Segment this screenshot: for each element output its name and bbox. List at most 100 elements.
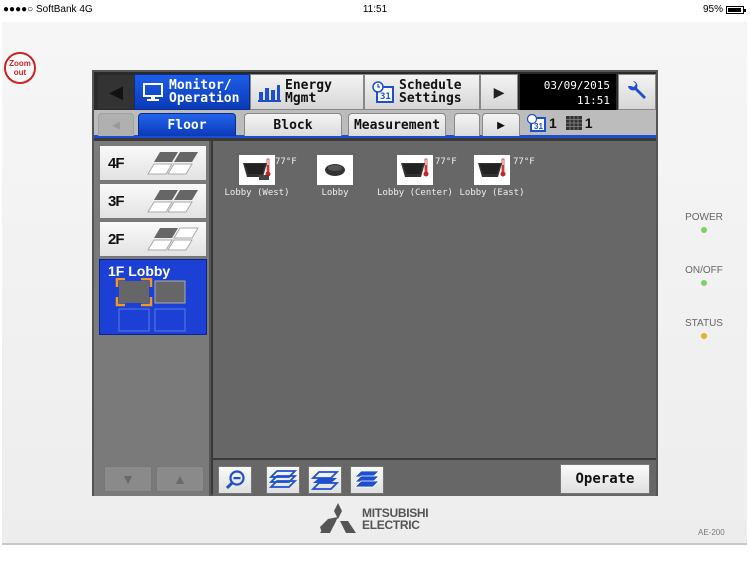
- onoff-indicator: ON/OFF: [670, 265, 738, 286]
- tab-monitor-line2: Operation: [169, 91, 240, 106]
- clock-label: 11:51: [362, 4, 388, 15]
- floor-label: 2F: [108, 231, 124, 248]
- floor-label: 4F: [108, 155, 124, 172]
- zoom-out-view-button[interactable]: [218, 466, 252, 494]
- floor-label: 1F Lobby: [108, 263, 171, 279]
- monitor-icon: [141, 81, 165, 103]
- triangle-right-icon: ▶: [497, 117, 505, 133]
- floor-label: 3F: [108, 193, 124, 210]
- layers-filled-button[interactable]: [350, 466, 384, 494]
- floor-3f-button[interactable]: 3F: [99, 183, 207, 219]
- tab-block[interactable]: Block: [244, 113, 342, 136]
- unit-lobby-center[interactable]: 77°F Lobby (Center): [373, 155, 457, 198]
- wrench-icon: [628, 81, 646, 99]
- indicator-label: ON/OFF: [685, 265, 723, 276]
- unit-name: Lobby (Center): [377, 188, 453, 198]
- tab-schedule-line2: Settings: [399, 91, 462, 106]
- unit-name: Lobby (West): [224, 188, 290, 198]
- floor-map-icon: [147, 190, 198, 213]
- unit-lobby-west[interactable]: 77°F Lobby (West): [217, 155, 297, 198]
- touch-screen: ◀ Monitor/Operation Energy Mgmt 31 Schedu…: [92, 70, 658, 496]
- floor-map-icon: [147, 227, 199, 251]
- tab-schedule-settings[interactable]: 31 Schedule Settings: [364, 74, 480, 110]
- floor-scroll-up-button[interactable]: ▲: [156, 466, 204, 492]
- maintenance-button[interactable]: [618, 74, 656, 110]
- ceiling-cassette-icon: [474, 155, 510, 185]
- calendar-clock-icon: 31: [371, 81, 395, 103]
- floor-map-icon: [115, 278, 186, 332]
- floor-layout-area: 77°F Lobby (West) Lobby 77°F Lobby (Cent…: [213, 141, 656, 461]
- sub-nav-bar: ◀ Floor Block Measurement ▶ 31 1 1: [94, 110, 656, 138]
- mitsubishi-logo: MITSUBISHI ELECTRIC: [320, 503, 429, 535]
- zoom-out-label-2: out: [13, 68, 27, 77]
- schedule-count: 1: [549, 115, 557, 131]
- magnifier-minus-icon: [225, 470, 245, 490]
- round-unit-icon: [317, 155, 353, 185]
- bar-chart-icon: [257, 81, 281, 103]
- floor-2f-button[interactable]: 2F: [99, 221, 207, 257]
- battery-icon: [726, 5, 746, 14]
- layers-outline-icon: [269, 470, 297, 488]
- battery-status: 95%: [702, 4, 746, 15]
- bottom-toolbar: Operate: [213, 458, 656, 496]
- unit-temperature: 77°F: [513, 157, 535, 167]
- battery-percent: 95%: [702, 4, 723, 15]
- unit-name: Lobby (East): [459, 188, 525, 198]
- triangle-right-icon: ▶: [493, 81, 505, 103]
- status-led-icon: [701, 333, 707, 339]
- status-indicator: STATUS: [670, 318, 738, 339]
- top-nav-bar: ◀ Monitor/Operation Energy Mgmt 31 Schedu…: [94, 72, 656, 110]
- layers-middle-icon: [311, 471, 339, 490]
- svg-text:31: 31: [380, 92, 391, 102]
- date-time-display: 03/09/2015 11:51: [520, 74, 616, 110]
- unit-temperature: 77°F: [435, 157, 457, 167]
- layers-middle-button[interactable]: [308, 466, 342, 494]
- tab-empty[interactable]: [454, 113, 480, 136]
- layers-outline-button[interactable]: [266, 466, 300, 494]
- sub-nav-info: 31 1 1: [526, 114, 593, 132]
- unit-name: Lobby: [321, 188, 349, 198]
- indicator-label: STATUS: [685, 318, 723, 329]
- ceiling-cassette-icon: [239, 155, 275, 185]
- subtab-prev-button[interactable]: ◀: [98, 113, 134, 136]
- tab-floor[interactable]: Floor: [138, 113, 236, 136]
- model-label: AE-200: [698, 528, 725, 537]
- brand-line2: ELECTRIC: [362, 518, 420, 532]
- grid-count: 1: [584, 115, 593, 131]
- grid-icon: [565, 116, 582, 130]
- layers-filled-icon: [354, 470, 380, 488]
- date-label: 03/09/2015: [543, 79, 610, 92]
- triangle-left-icon: ◀: [112, 117, 120, 133]
- onoff-led-icon: [701, 280, 707, 286]
- tab-monitor-operation[interactable]: Monitor/Operation: [134, 74, 250, 110]
- power-indicator: POWER: [670, 212, 738, 233]
- floor-sidebar: 4F 3F 2F 1F Lobby ▼ ▲: [94, 141, 211, 496]
- triangle-left-icon: ◀: [109, 81, 123, 102]
- zoom-out-label-1: Zoom: [9, 59, 31, 68]
- svg-text:31: 31: [534, 122, 543, 131]
- triangle-down-icon: ▼: [121, 471, 135, 487]
- tab-energy-mgmt[interactable]: Energy Mgmt: [250, 74, 364, 110]
- floor-scroll-down-button[interactable]: ▼: [104, 466, 152, 492]
- subtab-next-button[interactable]: ▶: [482, 113, 520, 136]
- zoom-out-button[interactable]: Zoom out: [4, 52, 36, 84]
- three-diamonds-icon: [320, 503, 356, 533]
- unit-temperature: 77°F: [275, 157, 297, 167]
- tab-measurement[interactable]: Measurement: [348, 113, 446, 136]
- floor-map-icon: [147, 152, 198, 175]
- operate-button[interactable]: Operate: [560, 464, 650, 494]
- ios-status-bar: ●●●●○ SoftBank 4G 11:51 95%: [0, 0, 750, 20]
- power-led-icon: [701, 227, 707, 233]
- indicator-label: POWER: [685, 212, 723, 223]
- schedule-icon: 31: [526, 114, 546, 132]
- nav-next-button[interactable]: ▶: [480, 74, 518, 110]
- unit-lobby-east[interactable]: 77°F Lobby (East): [457, 155, 535, 198]
- time-label: 11:51: [576, 94, 610, 107]
- unit-lobby[interactable]: Lobby: [307, 155, 363, 198]
- tab-energy-line2: Mgmt: [285, 91, 317, 106]
- floor-1f-lobby-button[interactable]: 1F Lobby: [99, 259, 207, 335]
- nav-prev-button[interactable]: ◀: [98, 75, 134, 109]
- floor-4f-button[interactable]: 4F: [99, 145, 207, 181]
- triangle-up-icon: ▲: [173, 471, 187, 487]
- ceiling-cassette-icon: [397, 155, 433, 185]
